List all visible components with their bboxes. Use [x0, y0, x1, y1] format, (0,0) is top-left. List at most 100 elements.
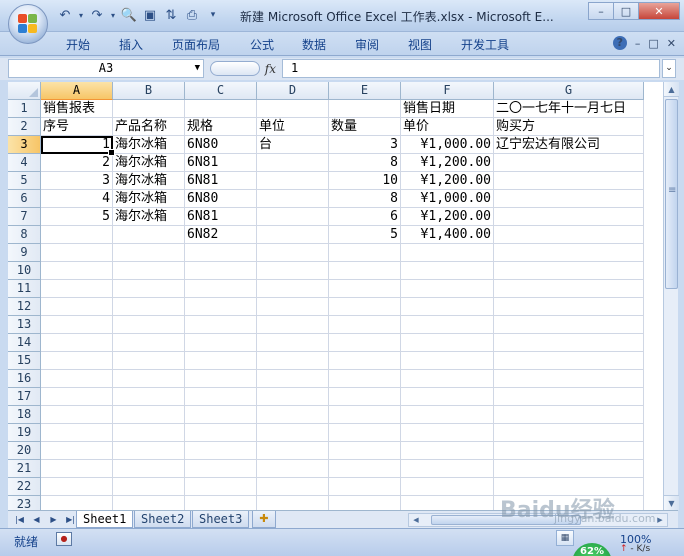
cell-a11[interactable] [41, 280, 113, 298]
row-header[interactable]: 4 [8, 154, 41, 172]
cell-f15[interactable] [401, 352, 494, 370]
cell-c19[interactable] [185, 424, 257, 442]
cell-e2[interactable]: 数量 [329, 118, 401, 136]
cell-b15[interactable] [113, 352, 185, 370]
cell-g12[interactable] [494, 298, 644, 316]
cell-d3[interactable]: 台 [257, 136, 329, 154]
cell-c14[interactable] [185, 334, 257, 352]
tab-insert[interactable]: 插入 [119, 36, 143, 53]
cell-a3[interactable]: 1 [41, 136, 115, 156]
cell-e9[interactable] [329, 244, 401, 262]
cell-c8[interactable]: 6N82 [185, 226, 257, 244]
customize-qat-icon[interactable]: ▾ [204, 6, 222, 24]
column-header-e[interactable]: E [329, 82, 401, 100]
row-header[interactable]: 2 [8, 118, 41, 136]
cell-g13[interactable] [494, 316, 644, 334]
cell-f23[interactable] [401, 496, 494, 510]
row-header[interactable]: 10 [8, 262, 41, 280]
cell-a13[interactable] [41, 316, 113, 334]
cell-g11[interactable] [494, 280, 644, 298]
tab-view[interactable]: 视图 [408, 36, 432, 53]
cell-d17[interactable] [257, 388, 329, 406]
cell-e21[interactable] [329, 460, 401, 478]
cell-e4[interactable]: 8 [329, 154, 401, 172]
cell-b5[interactable]: 海尔冰箱 [113, 172, 185, 190]
cell-a15[interactable] [41, 352, 113, 370]
cell-f13[interactable] [401, 316, 494, 334]
workbook-close-button[interactable]: ✕ [667, 37, 676, 50]
cell-b3[interactable]: 海尔冰箱 [113, 136, 185, 154]
cell-c2[interactable]: 规格 [185, 118, 257, 136]
tab-home[interactable]: 开始 [66, 36, 90, 53]
cell-d12[interactable] [257, 298, 329, 316]
cell-a12[interactable] [41, 298, 113, 316]
cell-f5[interactable]: ¥1,200.00 [401, 172, 494, 190]
cell-c22[interactable] [185, 478, 257, 496]
cell-b14[interactable] [113, 334, 185, 352]
cell-c20[interactable] [185, 442, 257, 460]
workbook-restore-button[interactable]: □ [648, 37, 658, 50]
cell-d15[interactable] [257, 352, 329, 370]
minimize-button[interactable]: – [588, 2, 614, 20]
tab-formulas[interactable]: 公式 [250, 36, 274, 53]
row-header[interactable]: 6 [8, 190, 41, 208]
cell-d6[interactable] [257, 190, 329, 208]
cell-f7[interactable]: ¥1,200.00 [401, 208, 494, 226]
vertical-scrollbar[interactable]: ▲ ▼ [663, 82, 679, 510]
cell-g8[interactable] [494, 226, 644, 244]
cell-d8[interactable] [257, 226, 329, 244]
cell-c10[interactable] [185, 262, 257, 280]
expand-formula-bar-icon[interactable]: ⌄ [662, 59, 676, 78]
cell-b18[interactable] [113, 406, 185, 424]
redo-icon[interactable]: ↷ [88, 6, 106, 24]
cell-e3[interactable]: 3 [329, 136, 401, 154]
cell-c7[interactable]: 6N81 [185, 208, 257, 226]
scroll-down-icon[interactable]: ▼ [664, 495, 679, 510]
cell-a19[interactable] [41, 424, 113, 442]
cell-b9[interactable] [113, 244, 185, 262]
cell-g14[interactable] [494, 334, 644, 352]
insert-function-button[interactable]: fx [265, 62, 276, 76]
cell-c11[interactable] [185, 280, 257, 298]
cell-a18[interactable] [41, 406, 113, 424]
cell-g2[interactable]: 购买方 [494, 118, 644, 136]
cell-f16[interactable] [401, 370, 494, 388]
cell-e11[interactable] [329, 280, 401, 298]
scroll-left-icon[interactable]: ◀ [409, 514, 423, 526]
cell-f22[interactable] [401, 478, 494, 496]
cell-b6[interactable]: 海尔冰箱 [113, 190, 185, 208]
row-header[interactable]: 1 [8, 100, 41, 118]
row-header[interactable]: 20 [8, 442, 41, 460]
sheet-tab-sheet1[interactable]: Sheet1 [76, 511, 134, 528]
cell-f10[interactable] [401, 262, 494, 280]
row-header[interactable]: 12 [8, 298, 41, 316]
cell-a10[interactable] [41, 262, 113, 280]
cell-f14[interactable] [401, 334, 494, 352]
cell-a7[interactable]: 5 [41, 208, 113, 226]
row-header[interactable]: 13 [8, 316, 41, 334]
cell-g21[interactable] [494, 460, 644, 478]
cell-b16[interactable] [113, 370, 185, 388]
cell-d23[interactable] [257, 496, 329, 510]
row-header[interactable]: 18 [8, 406, 41, 424]
tab-review[interactable]: 审阅 [355, 36, 379, 53]
cell-c5[interactable]: 6N81 [185, 172, 257, 190]
cell-b20[interactable] [113, 442, 185, 460]
cell-f20[interactable] [401, 442, 494, 460]
undo-icon[interactable]: ↶ [56, 6, 74, 24]
cell-e13[interactable] [329, 316, 401, 334]
cell-g15[interactable] [494, 352, 644, 370]
cell-d9[interactable] [257, 244, 329, 262]
cell-b23[interactable] [113, 496, 185, 510]
cell-c3[interactable]: 6N80 [185, 136, 257, 154]
cell-g6[interactable] [494, 190, 644, 208]
cell-c23[interactable] [185, 496, 257, 510]
row-header[interactable]: 19 [8, 424, 41, 442]
cell-c9[interactable] [185, 244, 257, 262]
formula-input[interactable]: 1 [282, 59, 660, 78]
row-header[interactable]: 15 [8, 352, 41, 370]
cell-c13[interactable] [185, 316, 257, 334]
cell-a21[interactable] [41, 460, 113, 478]
cell-f19[interactable] [401, 424, 494, 442]
row-header[interactable]: 5 [8, 172, 41, 190]
